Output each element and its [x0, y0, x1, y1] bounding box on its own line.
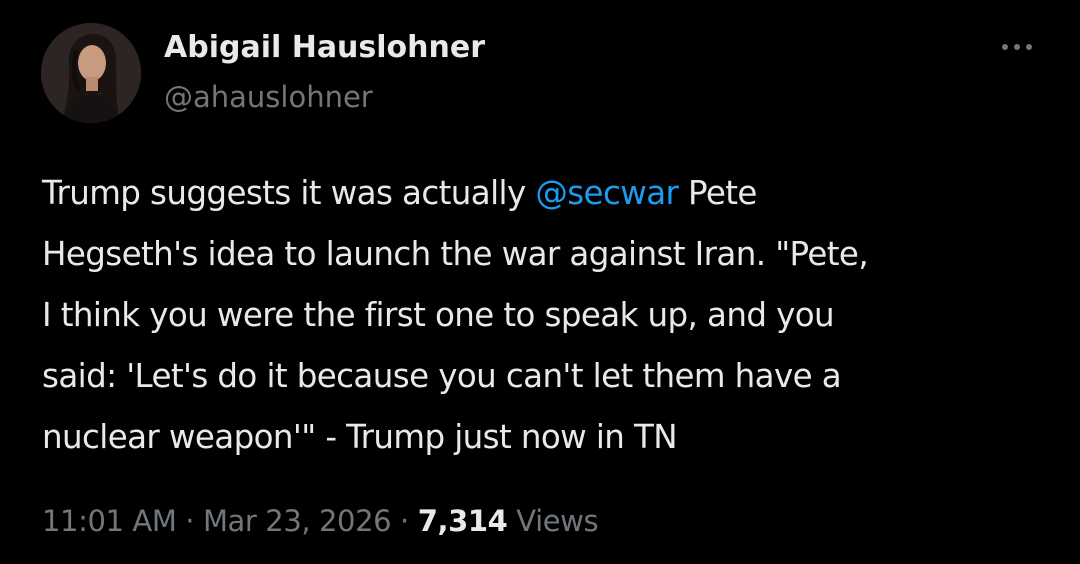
meta-separator: ·: [185, 504, 195, 538]
tweet-text: Trump suggests it was actually @secwar P…: [42, 163, 1042, 468]
avatar-image: [41, 23, 141, 123]
views-count: 7,314: [417, 504, 508, 538]
more-options-button[interactable]: [992, 30, 1042, 64]
avatar[interactable]: [41, 23, 141, 123]
tweet-card: Abigail Hauslohner @ahauslohner Trump su…: [0, 0, 1080, 564]
author-display-name[interactable]: Abigail Hauslohner: [164, 28, 485, 68]
tweet-date[interactable]: Mar 23, 2026: [203, 504, 392, 538]
tweet-line: Hegseth's idea to launch the war against…: [42, 235, 869, 273]
mention-link[interactable]: @secwar: [535, 174, 679, 212]
tweet-time[interactable]: 11:01 AM: [42, 504, 177, 538]
tweet-line-text: Trump suggests it was actually: [42, 174, 536, 212]
tweet-line: Trump suggests it was actually @secwar P…: [42, 163, 1042, 224]
tweet-meta: 11:01 AM · Mar 23, 2026 · 7,314 Views: [42, 501, 599, 541]
tweet-line-text: Pete: [678, 174, 757, 212]
more-horizontal-icon: [1002, 44, 1008, 50]
author-handle[interactable]: @ahauslohner: [164, 78, 373, 116]
views-label: Views: [516, 504, 599, 538]
tweet-line: said: 'Let's do it because you can't let…: [42, 357, 842, 395]
more-horizontal-icon-dot: [1026, 44, 1032, 50]
more-horizontal-icon-dot: [1014, 44, 1020, 50]
tweet-line: nuclear weapon'" - Trump just now in TN: [42, 418, 678, 456]
tweet-line: I think you were the first one to speak …: [42, 296, 835, 334]
meta-separator: ·: [400, 504, 409, 538]
